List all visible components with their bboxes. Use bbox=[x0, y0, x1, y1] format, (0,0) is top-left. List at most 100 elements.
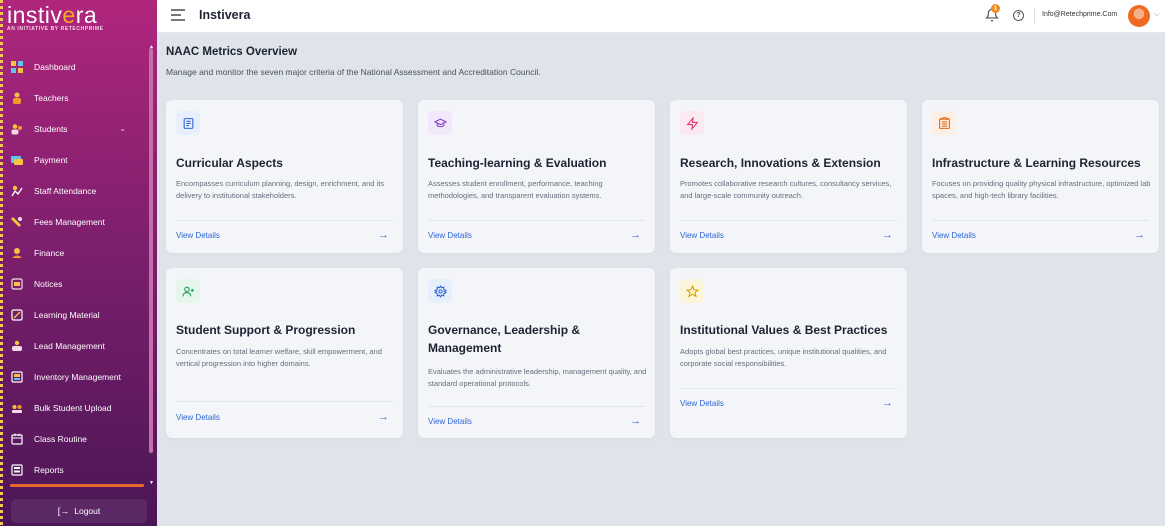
card-title: Infrastructure & Learning Resources bbox=[932, 156, 1141, 170]
brand-logo[interactable]: instivera AN INITIATIVE BY RETECHPRIME bbox=[7, 4, 152, 34]
card-divider bbox=[428, 220, 645, 221]
logout-icon: [→ bbox=[57, 506, 70, 516]
card-divider bbox=[932, 220, 1149, 221]
card-title: Teaching-learning & Evaluation bbox=[428, 156, 607, 170]
logout-button[interactable]: [→ Logout bbox=[11, 499, 147, 523]
header-divider bbox=[1034, 9, 1035, 23]
sidebar-item-finance[interactable]: Finance bbox=[0, 237, 148, 268]
page-title: NAAC Metrics Overview bbox=[166, 46, 298, 58]
criterion-card-institutional-values-best-practices[interactable]: Institutional Values & Best Practices Ado… bbox=[670, 268, 907, 438]
card-description: Promotes collaborative research cultures… bbox=[680, 179, 892, 200]
criterion-card-infrastructure-learning-resources[interactable]: Infrastructure & Learning Resources Focus… bbox=[922, 100, 1159, 253]
sidebar-scrollbar[interactable] bbox=[149, 48, 153, 453]
arrow-right-icon[interactable]: → bbox=[630, 229, 641, 241]
top-bar: Instivera 1 ? Info@Retechprime.Com ⌵ bbox=[157, 0, 1165, 33]
students-icon bbox=[11, 123, 23, 135]
view-details-link[interactable]: View Details bbox=[680, 399, 724, 408]
arrow-right-icon[interactable]: → bbox=[882, 229, 893, 241]
finance-icon bbox=[11, 247, 23, 259]
card-divider bbox=[680, 388, 897, 389]
criterion-card-teaching-learning-evaluation[interactable]: Teaching-learning & Evaluation Assesses s… bbox=[418, 100, 655, 253]
card-description: Encompasses curriculum planning, design,… bbox=[176, 179, 385, 200]
logout-label: Logout bbox=[74, 506, 101, 516]
card-title: Governance, Leadership & Management bbox=[428, 323, 581, 355]
avatar[interactable] bbox=[1128, 5, 1150, 27]
sidebar-item-label: Dashboard bbox=[34, 61, 76, 72]
view-details-link[interactable]: View Details bbox=[176, 231, 220, 240]
sidebar-item-label: Reports bbox=[34, 464, 64, 475]
sidebar-item-label: Lead Management bbox=[34, 340, 105, 351]
card-description: Concentrates on total learner welfare, s… bbox=[176, 347, 382, 368]
chevron-down-icon[interactable]: ⌵ bbox=[1154, 11, 1159, 19]
sidebar-item-teachers[interactable]: Teachers bbox=[0, 82, 148, 113]
sidebar-item-students[interactable]: Students ⌄ bbox=[0, 113, 148, 144]
sidebar-item-label: Teachers bbox=[34, 92, 69, 103]
view-details-link[interactable]: View Details bbox=[428, 231, 472, 240]
sidebar-item-learning-material[interactable]: Learning Material bbox=[0, 299, 148, 330]
sidebar-item-lead-management[interactable]: Lead Management bbox=[0, 330, 148, 361]
criterion-card-governance-leadership-management[interactable]: Governance, Leadership & Management Evalu… bbox=[418, 268, 655, 438]
sidebar-item-label: Learning Material bbox=[34, 309, 100, 320]
sidebar-item-label: Fees Management bbox=[34, 216, 105, 227]
sidebar-item-fees-management[interactable]: Fees Management bbox=[0, 206, 148, 237]
sidebar-item-label: Payment bbox=[34, 154, 68, 165]
sidebar-highlight-bar bbox=[10, 484, 144, 487]
gear-icon bbox=[428, 279, 452, 303]
teacher-icon bbox=[11, 92, 23, 104]
chevron-down-icon[interactable]: ⌄ bbox=[119, 124, 126, 133]
card-title: Institutional Values & Best Practices bbox=[680, 323, 888, 337]
sidebar-item-reports[interactable]: Reports bbox=[0, 454, 148, 485]
sidebar-item-dashboard[interactable]: Dashboard bbox=[0, 51, 148, 82]
criterion-card-student-support-progression[interactable]: Student Support & Progression Concentrate… bbox=[166, 268, 403, 438]
help-icon[interactable]: ? bbox=[1013, 10, 1024, 21]
criterion-card-research-innovations-extension[interactable]: Research, Innovations & Extension Promote… bbox=[670, 100, 907, 253]
sidebar: instivera AN INITIATIVE BY RETECHPRIME ▲… bbox=[0, 0, 157, 526]
card-divider bbox=[176, 220, 393, 221]
scroll-down-arrow[interactable]: ▼ bbox=[149, 480, 154, 486]
reports-icon bbox=[11, 463, 23, 476]
sidebar-item-bulk-student-upload[interactable]: Bulk Student Upload bbox=[0, 392, 148, 423]
star-icon bbox=[680, 279, 704, 303]
sidebar-item-label: Finance bbox=[34, 247, 65, 258]
sidebar-item-label: Students bbox=[34, 123, 68, 134]
sidebar-item-class-routine[interactable]: Class Routine bbox=[0, 423, 148, 454]
card-description: Focuses on providing quality physical in… bbox=[932, 179, 1151, 200]
arrow-right-icon[interactable]: → bbox=[882, 397, 893, 409]
sidebar-item-payment[interactable]: Payment bbox=[0, 144, 148, 175]
dashboard-icon bbox=[11, 60, 23, 73]
card-description: Assesses student enrollment, performance… bbox=[428, 179, 603, 200]
zap-icon bbox=[680, 111, 704, 135]
sidebar-nav: Dashboard Teachers Students ⌄ Payment Staff A… bbox=[0, 51, 148, 485]
view-details-link[interactable]: View Details bbox=[428, 417, 472, 426]
brand-tagline: AN INITIATIVE BY RETECHPRIME bbox=[7, 26, 104, 32]
sidebar-item-label: Class Routine bbox=[34, 433, 87, 444]
sidebar-item-staff-attendance[interactable]: Staff Attendance bbox=[0, 175, 148, 206]
notification-badge: 1 bbox=[991, 4, 1000, 13]
notices-icon bbox=[11, 277, 23, 290]
sidebar-item-label: Staff Attendance bbox=[34, 185, 97, 196]
arrow-right-icon[interactable]: → bbox=[1134, 229, 1145, 241]
arrow-right-icon[interactable]: → bbox=[378, 411, 389, 423]
sidebar-item-inventory-management[interactable]: Inventory Management bbox=[0, 361, 148, 392]
menu-icon[interactable] bbox=[171, 9, 185, 21]
arrow-right-icon[interactable]: → bbox=[630, 415, 641, 427]
page-subtitle: Manage and monitor the seven major crite… bbox=[166, 67, 541, 77]
criterion-card-curricular-aspects[interactable]: Curricular Aspects Encompasses curriculum… bbox=[166, 100, 403, 253]
sidebar-item-label: Notices bbox=[34, 278, 63, 289]
app-title: Instivera bbox=[199, 8, 251, 22]
user-email[interactable]: Info@Retechprime.Com bbox=[1042, 11, 1117, 18]
view-details-link[interactable]: View Details bbox=[176, 413, 220, 422]
card-description: Adopts global best practices, unique ins… bbox=[680, 347, 887, 368]
card-title: Curricular Aspects bbox=[176, 156, 283, 170]
sidebar-item-notices[interactable]: Notices bbox=[0, 268, 148, 299]
view-details-link[interactable]: View Details bbox=[680, 231, 724, 240]
card-title: Research, Innovations & Extension bbox=[680, 156, 881, 170]
view-details-link[interactable]: View Details bbox=[932, 231, 976, 240]
calendar-icon bbox=[11, 433, 23, 445]
arrow-right-icon[interactable]: → bbox=[378, 229, 389, 241]
card-divider bbox=[680, 220, 897, 221]
learning-material-icon bbox=[11, 308, 23, 321]
upload-icon bbox=[11, 402, 23, 414]
lead-icon bbox=[11, 340, 23, 352]
fees-icon bbox=[11, 216, 23, 228]
